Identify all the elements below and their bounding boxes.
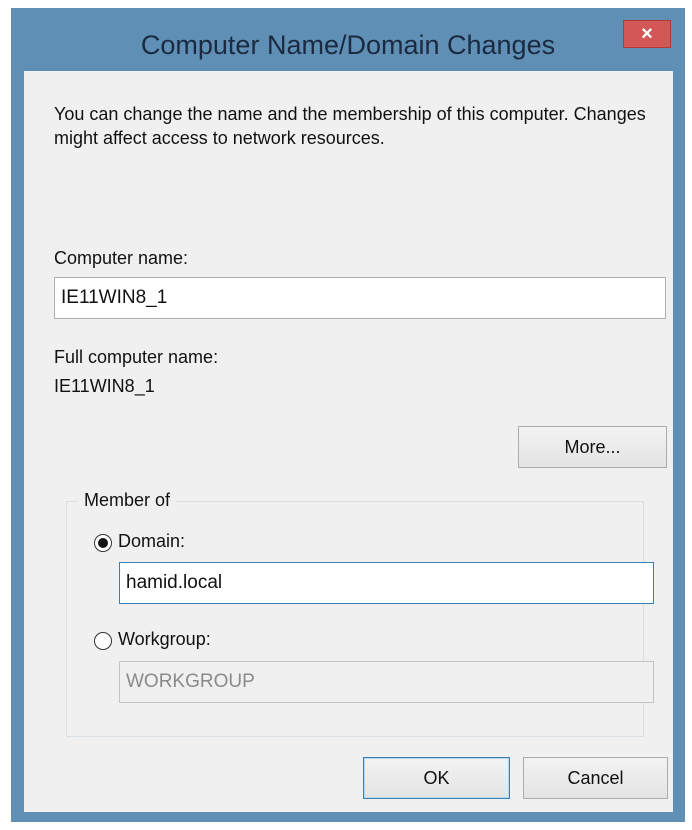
full-computer-name-label: Full computer name: bbox=[54, 347, 219, 367]
more-button[interactable]: More... bbox=[518, 426, 667, 468]
dialog-title: Computer Name/Domain Changes bbox=[140, 30, 556, 60]
close-button[interactable]: × bbox=[623, 20, 671, 48]
description-text: You can change the name and the membersh… bbox=[54, 104, 646, 148]
workgroup-radio[interactable] bbox=[94, 632, 112, 650]
dialog-client-area: You can change the name and the membersh… bbox=[24, 71, 673, 812]
full-computer-name-value: IE11WIN8_1 bbox=[54, 376, 155, 396]
workgroup-label[interactable]: Workgroup: bbox=[118, 629, 211, 650]
domain-radio[interactable] bbox=[94, 534, 112, 552]
computer-name-input[interactable]: IE11WIN8_1 bbox=[54, 277, 666, 319]
domain-input[interactable]: hamid.local bbox=[119, 562, 654, 604]
ok-button[interactable]: OK bbox=[363, 757, 510, 799]
dialog-window: Computer Name/Domain Changes × You can c… bbox=[11, 8, 685, 822]
member-of-legend: Member of bbox=[78, 488, 177, 512]
cancel-button[interactable]: Cancel bbox=[523, 757, 668, 799]
computer-name-label: Computer name: bbox=[54, 248, 189, 268]
radio-selected-dot bbox=[98, 538, 108, 548]
workgroup-input: WORKGROUP bbox=[119, 661, 654, 703]
domain-label[interactable]: Domain: bbox=[118, 531, 185, 552]
close-icon: × bbox=[641, 23, 653, 45]
